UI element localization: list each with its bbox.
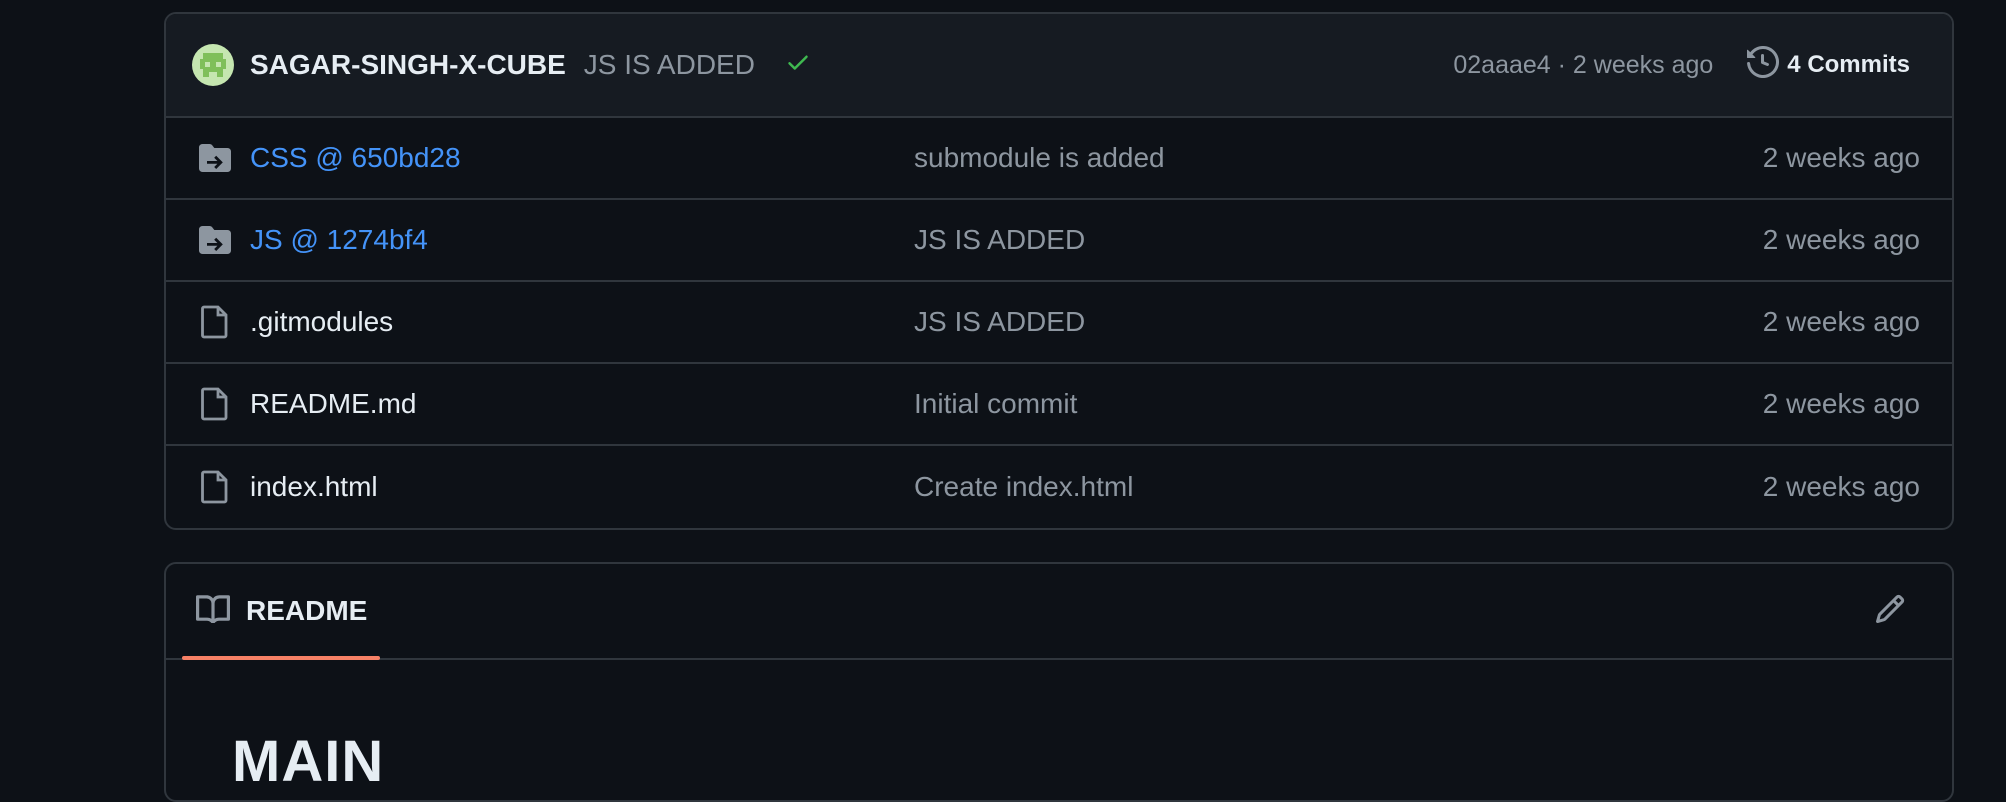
commit-message-link[interactable]: JS IS ADDED bbox=[584, 49, 755, 81]
file-commit-message[interactable]: Create index.html bbox=[914, 471, 1763, 503]
file-name-link[interactable]: .gitmodules bbox=[250, 306, 914, 338]
file-browser-panel: SAGAR-SINGH-X-CUBE JS IS ADDED 02aaae4 ·… bbox=[164, 12, 1954, 530]
history-icon bbox=[1747, 45, 1787, 85]
book-icon bbox=[196, 593, 246, 630]
file-row[interactable]: index.html Create index.html 2 weeks ago bbox=[166, 446, 1952, 528]
file-row[interactable]: .gitmodules JS IS ADDED 2 weeks ago bbox=[166, 282, 1952, 364]
file-commit-message[interactable]: submodule is added bbox=[914, 142, 1763, 174]
file-row[interactable]: README.md Initial commit 2 weeks ago bbox=[166, 364, 1952, 446]
readme-header: README bbox=[166, 564, 1952, 660]
file-name-link[interactable]: index.html bbox=[250, 471, 914, 503]
file-commit-message[interactable]: JS IS ADDED bbox=[914, 224, 1763, 256]
latest-commit-bar: SAGAR-SINGH-X-CUBE JS IS ADDED 02aaae4 ·… bbox=[166, 14, 1952, 118]
tab-readme[interactable]: README bbox=[196, 593, 367, 630]
file-commit-time: 2 weeks ago bbox=[1762, 142, 1920, 173]
commit-author-link[interactable]: SAGAR-SINGH-X-CUBE bbox=[250, 49, 566, 81]
file-row[interactable]: CSS @ 650bd28 submodule is added 2 weeks… bbox=[166, 118, 1952, 200]
file-commit-message[interactable]: JS IS ADDED bbox=[914, 306, 1763, 338]
file-commit-time: 2 weeks ago bbox=[1762, 306, 1920, 337]
submodule-folder-icon bbox=[198, 141, 232, 175]
commit-sha-time[interactable]: 02aaae4 · 2 weeks ago bbox=[1453, 51, 1713, 80]
avatar[interactable] bbox=[192, 44, 234, 86]
file-commit-message[interactable]: Initial commit bbox=[914, 388, 1763, 420]
file-icon bbox=[198, 387, 232, 421]
submodule-folder-icon bbox=[198, 223, 232, 257]
file-icon bbox=[198, 470, 232, 504]
file-icon bbox=[198, 305, 232, 339]
file-name-link[interactable]: JS @ 1274bf4 bbox=[250, 224, 914, 256]
check-icon[interactable] bbox=[785, 49, 811, 82]
pencil-icon bbox=[1874, 593, 1906, 630]
commits-history-link[interactable]: 4 Commits bbox=[1747, 45, 1910, 85]
readme-content: MAIN bbox=[166, 660, 1952, 795]
file-commit-time: 2 weeks ago bbox=[1762, 388, 1920, 419]
file-commit-time: 2 weeks ago bbox=[1762, 471, 1920, 502]
file-list: CSS @ 650bd28 submodule is added 2 weeks… bbox=[166, 118, 1952, 528]
file-name-link[interactable]: CSS @ 650bd28 bbox=[250, 142, 914, 174]
edit-readme-button[interactable] bbox=[1874, 593, 1906, 630]
file-name-link[interactable]: README.md bbox=[250, 388, 914, 420]
readme-heading: MAIN bbox=[232, 729, 385, 794]
readme-panel: README MAIN bbox=[164, 562, 1954, 802]
commits-count-label: 4 Commits bbox=[1787, 51, 1910, 78]
file-commit-time: 2 weeks ago bbox=[1762, 224, 1920, 255]
active-tab-underline bbox=[182, 656, 380, 660]
file-row[interactable]: JS @ 1274bf4 JS IS ADDED 2 weeks ago bbox=[166, 200, 1952, 282]
tab-readme-label: README bbox=[246, 595, 368, 626]
